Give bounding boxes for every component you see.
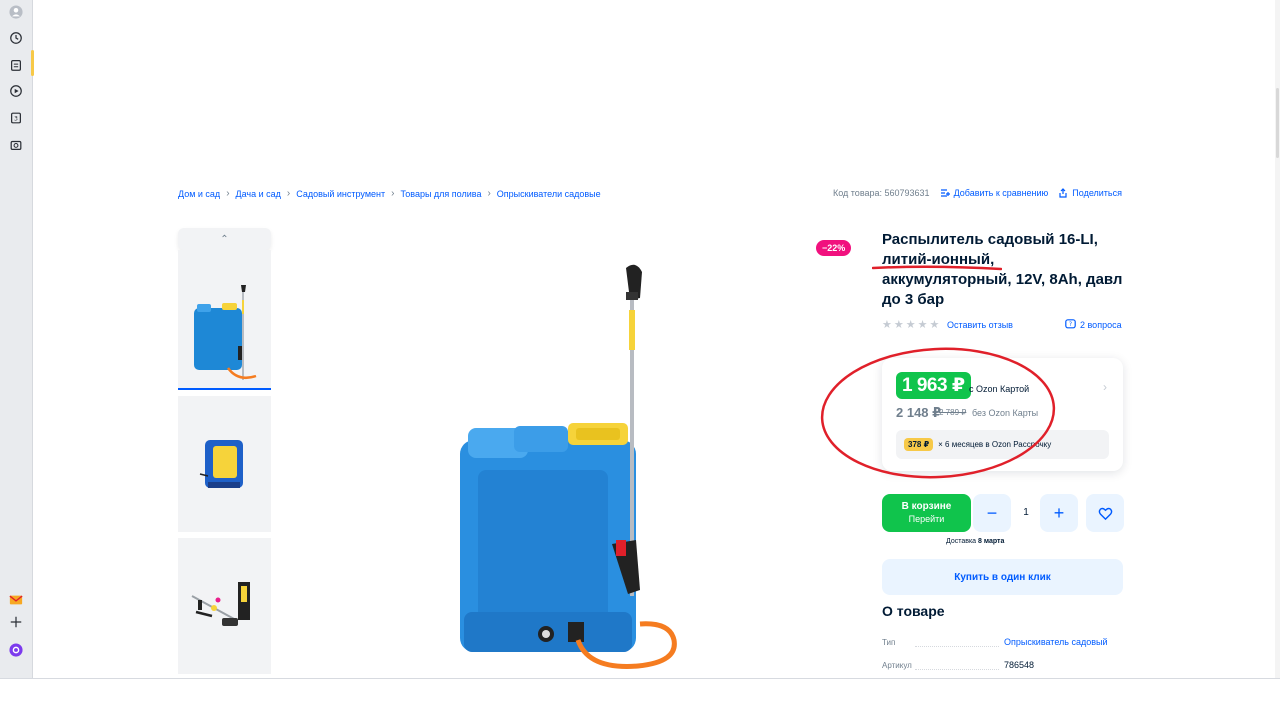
side-panel-accent: [31, 50, 34, 76]
quantity-value: 1: [1023, 507, 1029, 518]
notes-icon[interactable]: 3: [8, 110, 24, 126]
mail-icon[interactable]: [8, 592, 24, 608]
go-to-cart-label: Перейти: [908, 514, 945, 524]
share-button[interactable]: Поделиться: [1058, 188, 1122, 198]
chevron-up-icon: ⌃: [220, 233, 229, 245]
thumbnail-gallery: ⌃: [178, 228, 271, 674]
sprayer-thumbnail-image: [194, 285, 257, 380]
decrease-quantity-button[interactable]: −: [973, 494, 1011, 532]
sprayer-main-image: [460, 264, 677, 669]
breadcrumb-item[interactable]: Опрыскиватели садовые: [497, 189, 601, 199]
heart-icon: [1098, 507, 1112, 520]
sprayer-kit-thumbnail-image: [191, 582, 250, 626]
spec-label: Артикул: [882, 661, 912, 670]
ozon-card-label: с Ozon Картой: [969, 384, 1030, 394]
questions-link[interactable]: ? 2 вопроса: [1065, 319, 1122, 330]
product-code: Код товара: 560793631: [832, 188, 930, 198]
leave-review-link[interactable]: Оставить отзыв: [947, 320, 1013, 330]
price-card[interactable]: 1 963 ₽ с Ozon Картой › 2 148 ₽ 2 789 ₽ …: [882, 358, 1123, 471]
chevron-right-icon: ›: [226, 188, 230, 199]
gallery-up-button[interactable]: ⌃: [178, 228, 271, 250]
chevron-right-icon: ›: [487, 188, 491, 199]
installment-offer[interactable]: 378 ₽ × 6 месяцев в Ozon Рассрочку: [896, 430, 1109, 459]
spec-divider: [915, 646, 999, 647]
star-icon: ★: [893, 319, 904, 331]
question-icon: ?: [1065, 319, 1076, 329]
delivery-info: Доставка 8 марта: [946, 538, 1004, 545]
breadcrumb-item[interactable]: Дача и сад: [236, 189, 281, 199]
page-scrollbar[interactable]: [1275, 0, 1280, 678]
star-icon: ★: [917, 319, 928, 331]
installment-text: × 6 месяцев в Ozon Рассрочку: [938, 440, 1052, 449]
ozon-card-price: 1 963 ₽: [896, 372, 971, 399]
compare-label: Добавить к сравнению: [953, 188, 1049, 198]
questions-label: 2 вопроса: [1080, 319, 1122, 330]
discount-badge: −22%: [816, 240, 852, 256]
favorite-button[interactable]: [1086, 494, 1124, 532]
breadcrumb-item[interactable]: Садовый инструмент: [296, 189, 385, 199]
compare-button[interactable]: Добавить к сравнению: [940, 188, 1049, 198]
rating-stars: ★ ★ ★ ★ ★: [882, 319, 939, 331]
breadcrumb: Дом и сад › Дача и сад › Садовый инструм…: [178, 188, 601, 199]
svg-text:3: 3: [14, 116, 18, 123]
screenshot-icon[interactable]: [8, 137, 24, 153]
star-icon: ★: [905, 319, 916, 331]
compare-icon: [940, 189, 950, 197]
breadcrumb-item[interactable]: Товары для полива: [400, 189, 481, 199]
in-cart-button[interactable]: В корзине Перейти: [882, 494, 971, 532]
star-icon: ★: [929, 319, 940, 331]
browser-bottom-bar: [0, 678, 1280, 720]
product-header-actions: Код товара: 560793631 Добавить к сравнен…: [833, 188, 1122, 198]
avatar-icon[interactable]: [8, 4, 24, 20]
installment-amount: 378 ₽: [904, 438, 934, 451]
chevron-right-icon[interactable]: ›: [1103, 380, 1107, 394]
share-icon: [1059, 188, 1067, 198]
breadcrumb-item[interactable]: Дом и сад: [178, 189, 220, 199]
star-icon: ★: [882, 319, 892, 331]
chevron-right-icon: ›: [391, 188, 395, 199]
share-label: Поделиться: [1072, 188, 1122, 198]
collections-icon[interactable]: [8, 57, 24, 73]
spec-label: Тип: [882, 638, 896, 647]
scrollbar-thumb[interactable]: [1276, 88, 1279, 158]
spec-value: 786548: [1004, 660, 1035, 670]
spec-value-link[interactable]: Опрыскиватель садовый: [1004, 637, 1108, 647]
history-icon[interactable]: [8, 30, 24, 46]
thumbnail-item[interactable]: [178, 538, 271, 674]
increase-quantity-button[interactable]: +: [1040, 494, 1078, 532]
video-icon[interactable]: [8, 83, 24, 99]
delivery-label: Доставка: [946, 538, 977, 545]
thumbnail-item[interactable]: [178, 250, 271, 390]
plus-icon: +: [1053, 502, 1065, 523]
without-card-label: без Ozon Карты: [972, 408, 1039, 418]
chevron-right-icon: ›: [286, 188, 291, 199]
main-product-image[interactable]: [408, 240, 728, 678]
add-icon[interactable]: [8, 614, 24, 630]
thumbnail-item[interactable]: [178, 396, 271, 532]
red-underline-annotation: [872, 265, 1002, 271]
minus-icon: −: [986, 502, 998, 523]
sprayer-back-thumbnail-image: [199, 440, 243, 488]
about-product-title: О товаре: [882, 603, 945, 619]
buy-one-click-button[interactable]: Купить в один клик: [882, 559, 1123, 595]
in-cart-label: В корзине: [901, 501, 952, 512]
browser-side-panel: 3: [0, 0, 33, 678]
old-price: 2 789 ₽: [939, 408, 967, 417]
alice-icon[interactable]: [8, 642, 24, 658]
regular-price: 2 148 ₽: [896, 405, 942, 420]
svg-text:?: ?: [1069, 321, 1072, 328]
delivery-date: 8 марта: [978, 538, 1005, 545]
spec-divider: [915, 669, 999, 670]
